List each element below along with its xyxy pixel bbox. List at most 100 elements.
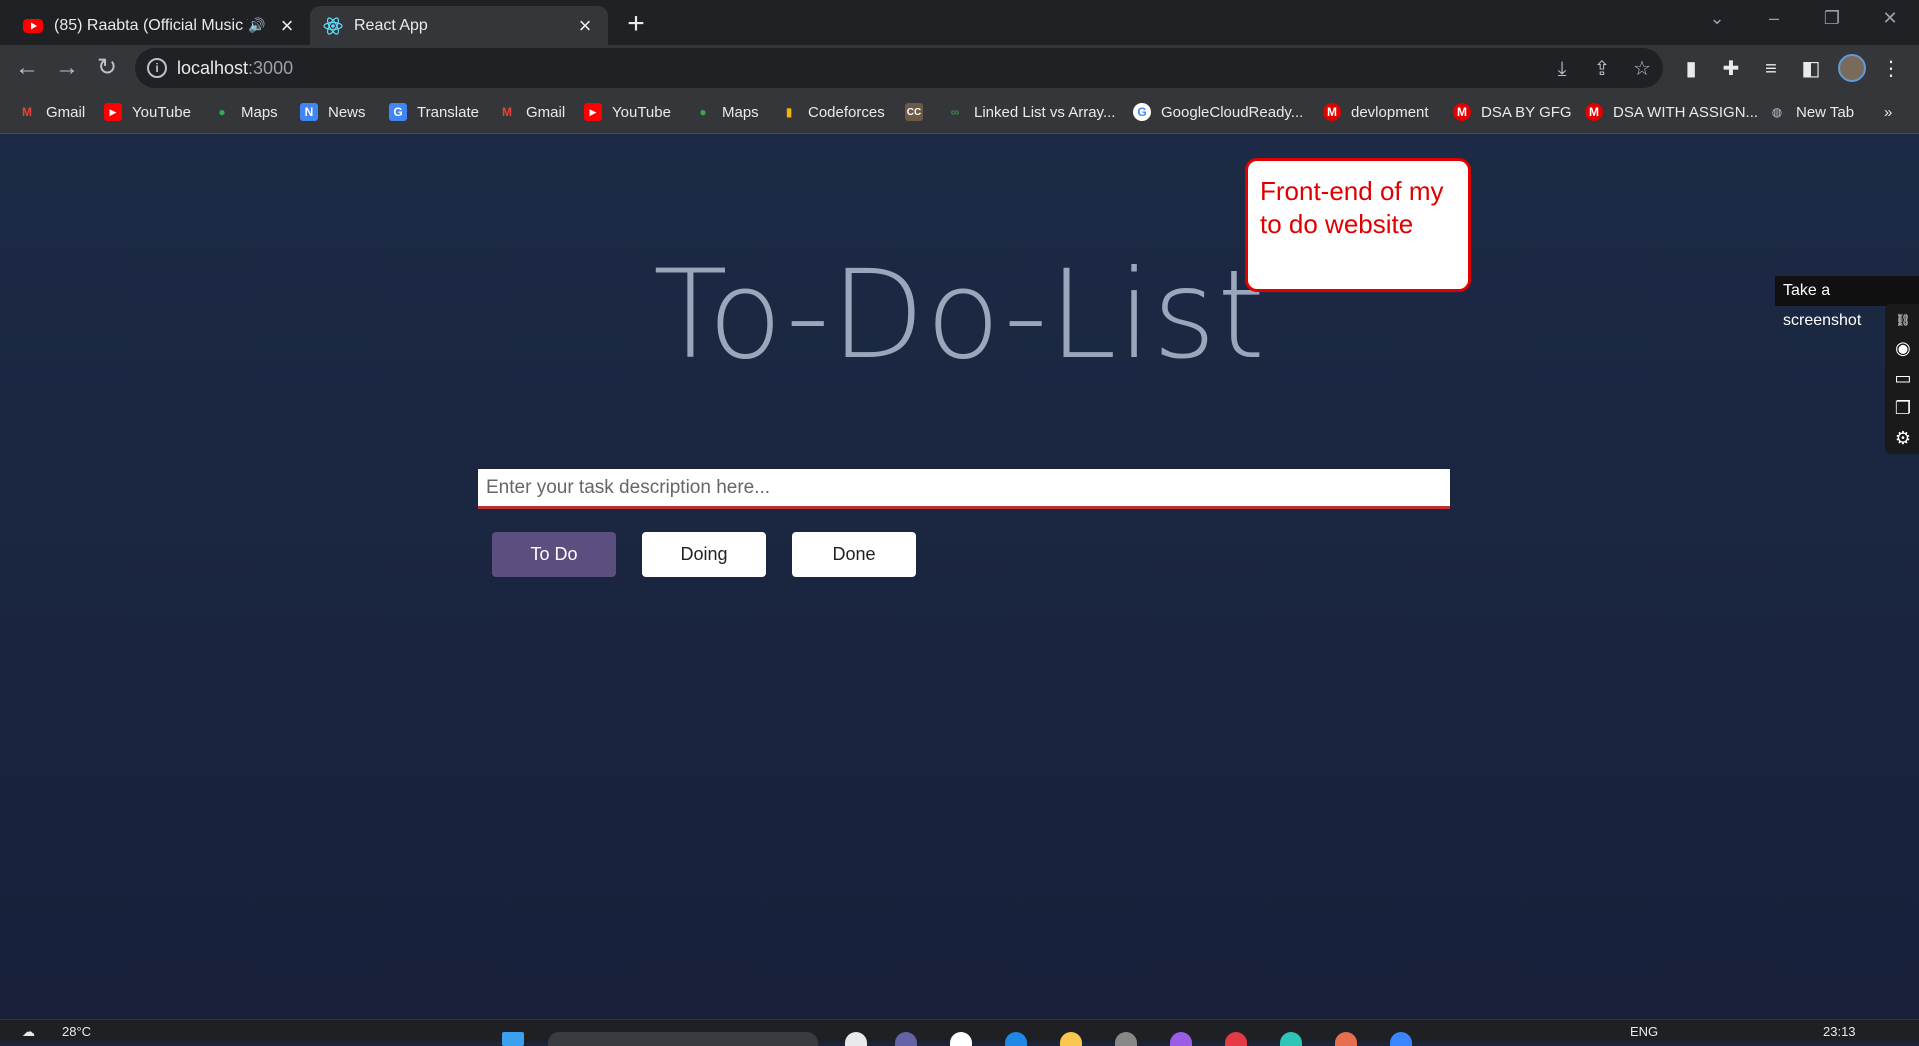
task-view-icon[interactable] [845,1032,867,1046]
back-button[interactable]: ← [12,53,42,83]
forward-button[interactable]: → [52,53,82,83]
bookmark-dsa-with-assign[interactable]: M DSA WITH ASSIGN... [1585,101,1758,123]
extension-doc-icon[interactable]: ▮ [1677,55,1705,83]
bookmark-googlecloud[interactable]: G GoogleCloudReady... [1133,101,1303,123]
bookmark-codeforces[interactable]: ▮ Codeforces [780,101,885,123]
chrome-icon[interactable] [950,1032,972,1046]
bookmark-gmail[interactable]: M Gmail [18,101,85,123]
done-button[interactable]: Done [792,532,916,577]
weather-icon[interactable]: ☁ [22,1024,35,1040]
bookmark-label: Codeforces [808,103,885,121]
bookmark-devlopment[interactable]: Mdevlopment [1323,101,1429,123]
globe-icon: ◍ [1771,105,1783,119]
new-tab-button[interactable]: + [620,8,652,40]
address-bar[interactable]: i localhost:3000 ⤓ ⇪ ☆ [135,48,1663,88]
bookmark-star-icon[interactable]: ☆ [1629,56,1655,82]
cc-icon: CC [905,103,923,121]
youtube-icon: ▶ [104,103,122,121]
codeforces-icon: ▮ [785,105,793,119]
task-description-input[interactable] [478,469,1450,509]
m-icon: M [1453,103,1471,121]
bookmark-maps-2[interactable]: ● Maps [694,101,759,123]
rectangle-icon[interactable]: ▭ [1891,366,1915,390]
bookmark-dsa-by-gfg[interactable]: M DSA BY GFG [1453,101,1572,123]
bookmark-news[interactable]: N News [300,101,366,123]
tab-title: (85) Raabta (Official Music Vi [54,16,248,34]
todo-button[interactable]: To Do [492,532,616,577]
copy-icon[interactable]: ❐ [1891,396,1915,420]
teams-icon[interactable] [895,1032,917,1046]
link-icon[interactable]: ⛓ [1891,308,1915,332]
bookmark-label: YouTube [132,103,191,121]
close-icon[interactable]: × [276,13,298,39]
bookmark-translate[interactable]: G Translate [389,101,479,123]
gear-icon[interactable]: ⚙ [1891,426,1915,450]
app-icon[interactable] [1115,1032,1137,1046]
restore-button[interactable]: ❐ [1808,0,1856,36]
edge-icon[interactable] [1005,1032,1027,1046]
share-icon[interactable]: ⇪ [1589,56,1615,82]
media-queue-icon[interactable]: ≡ [1757,55,1785,83]
bookmark-gmail-2[interactable]: M Gmail [498,101,565,123]
vscode-icon[interactable] [1390,1032,1412,1046]
bookmark-label: Maps [722,103,759,121]
bookmark-label: Translate [417,103,479,121]
tab-youtube[interactable]: (85) Raabta (Official Music Vi 🔊 × [10,6,310,45]
page-title: To-Do-List [653,244,1266,386]
reload-button[interactable]: ↻ [92,53,122,83]
site-info-icon[interactable]: i [147,58,167,78]
camera-icon[interactable]: ◉ [1891,336,1915,360]
close-icon[interactable]: × [574,13,596,39]
bookmark-label: DSA WITH ASSIGN... [1613,103,1759,121]
tab-title: React App [354,16,428,34]
start-icon[interactable] [502,1032,524,1046]
side-panel-icon[interactable]: ◧ [1797,55,1825,83]
bookmark-label: devlopment [1351,103,1429,121]
tab-react-app[interactable]: React App × [310,6,608,45]
app-icon[interactable] [1170,1032,1192,1046]
clock-time[interactable]: 23:13 [1823,1024,1856,1039]
page-content: To-Do-List To Do Doing Done Front-end of… [0,134,1919,1019]
close-window-button[interactable]: ✕ [1866,0,1914,36]
install-icon[interactable]: ⤓ [1549,56,1575,82]
youtube-icon [22,15,44,37]
app-icon[interactable] [1335,1032,1357,1046]
bookmark-new-tab[interactable]: ◍ New Tab [1768,101,1854,123]
doing-button[interactable]: Doing [642,532,766,577]
youtube-icon: ▶ [584,103,602,121]
minimize-button[interactable]: – [1750,0,1798,36]
m-icon: M [1585,103,1603,121]
more-bookmarks-button[interactable]: » [1884,101,1892,123]
bookmarks-bar: M Gmail ▶ YouTube ● Maps N News G Translate M… [0,91,1919,134]
weather-temp: 28°C [62,1024,92,1039]
app-icon[interactable] [1280,1032,1302,1046]
browser-toolbar: ← → ↻ i localhost:3000 ⤓ ⇪ ☆ ▮ ✚ ≡ ◧ ⋮ [0,45,1919,91]
extensions-puzzle-icon[interactable]: ✚ [1717,55,1745,83]
url-host: localhost [177,58,249,78]
menu-kebab-icon[interactable]: ⋮ [1877,55,1905,83]
address-url[interactable]: localhost:3000 [177,58,293,79]
app-icon[interactable] [1225,1032,1247,1046]
screenshot-tooltip: Take a screenshot [1775,276,1919,329]
tab-search-icon[interactable]: ⌄ [1693,0,1741,36]
speaker-icon[interactable]: 🔊 [248,17,270,34]
file-explorer-icon[interactable] [1060,1032,1082,1046]
google-icon: G [1133,103,1151,121]
bookmark-youtube[interactable]: ▶ YouTube [104,101,191,123]
avatar[interactable] [1838,54,1866,82]
screenshot-tool-panel: ⛓ ◉ ▭ ❐ ⚙ [1885,304,1919,454]
bookmark-label: DSA BY GFG [1481,103,1572,121]
bookmark-linked-list[interactable]: ∞ Linked List vs Array... [946,101,1116,123]
gmail-icon: M [502,105,512,119]
bookmark-label: Linked List vs Array... [974,103,1116,121]
language-indicator[interactable]: ENG [1630,1024,1658,1039]
bookmark-cc[interactable]: CC [905,101,933,123]
bookmark-youtube-2[interactable]: ▶ YouTube [584,101,671,123]
maps-icon: ● [699,105,707,119]
taskbar-search[interactable] [548,1032,818,1046]
news-icon: N [300,103,318,121]
bookmark-maps[interactable]: ● Maps [213,101,278,123]
annotation-callout: Front-end of my to do website [1245,158,1471,292]
bookmark-label: Maps [241,103,278,121]
react-icon [322,15,344,37]
